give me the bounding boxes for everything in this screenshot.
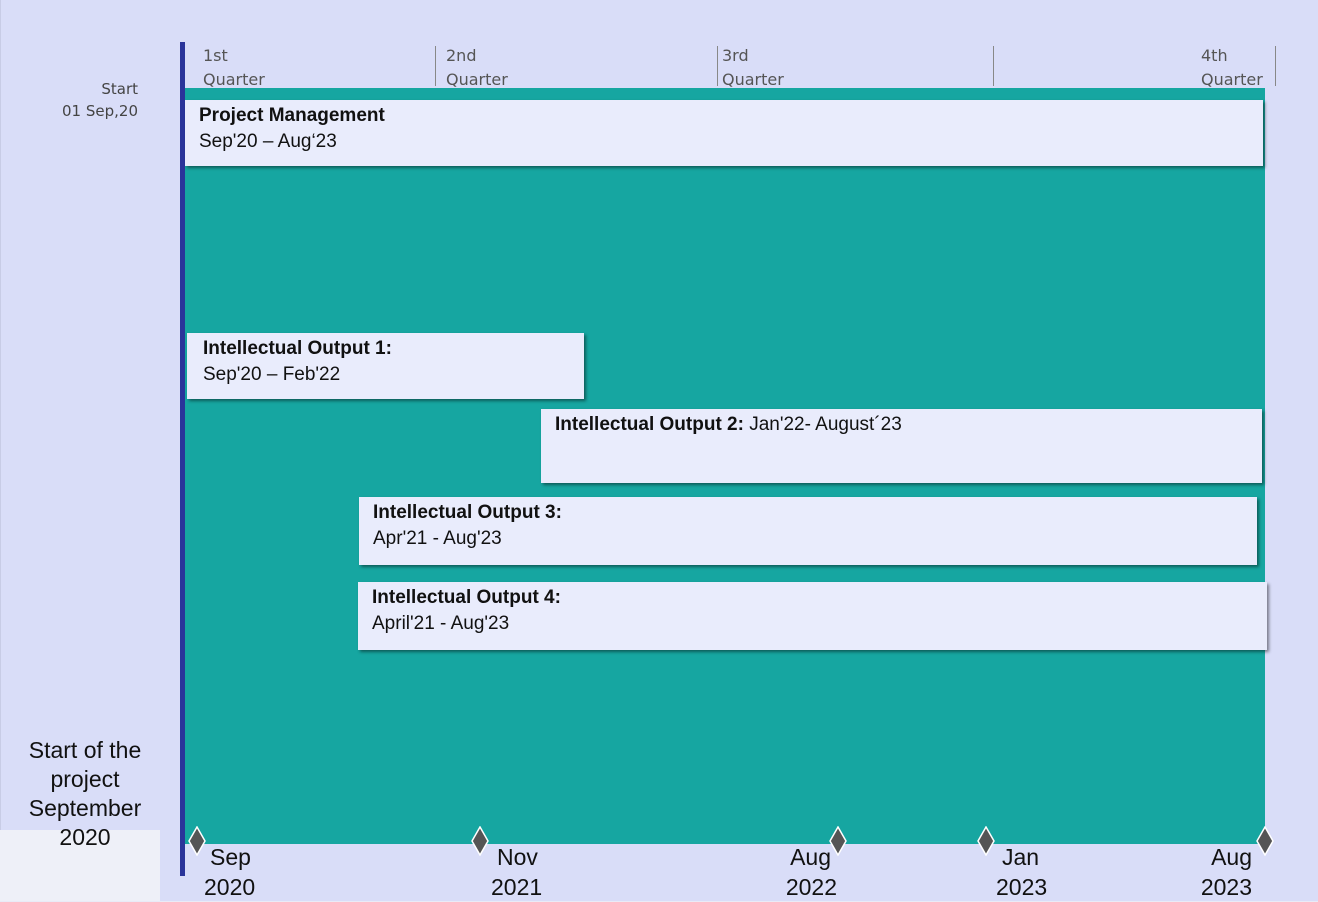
milestone-month: Nov <box>497 844 538 870</box>
quarter-1-line2: Quarter <box>203 70 265 89</box>
task-title: Intellectual Output 4: <box>372 587 561 608</box>
quarter-1-label: 1st Quarter <box>203 44 265 92</box>
milestone-label: Sep 2020 <box>204 842 255 902</box>
timeline-slide: Start 01 Sep,20 1st Quarter 2nd Quarter … <box>0 0 1318 901</box>
task-title: Intellectual Output 1: <box>203 338 392 359</box>
milestone-label: Aug 2023 <box>1200 842 1252 902</box>
task-title: Intellectual Output 3: <box>373 502 562 523</box>
milestone-year: 2023 <box>996 874 1048 900</box>
quarter-divider <box>717 46 718 86</box>
project-start-line4: 2020 <box>59 824 111 850</box>
task-title: Project Management <box>199 105 385 126</box>
task-intellectual-output-3: Intellectual Output 3: Apr'21 - Aug'23 <box>359 497 1257 565</box>
start-label-line1: Start <box>101 80 138 98</box>
milestone-label: Nov 2021 <box>491 842 542 902</box>
task-dates: Sep'20 – Aug‘23 <box>199 131 337 152</box>
quarter-2-line2: Quarter <box>446 70 508 89</box>
quarter-3-label: 3rd Quarter <box>722 44 784 92</box>
task-title: Intellectual Output 2: <box>555 414 744 435</box>
milestone-month: Jan <box>1002 844 1040 870</box>
task-dates: April'21 - Aug'23 <box>372 613 510 634</box>
task-project-management: Project Management Sep'20 – Aug‘23 <box>185 100 1263 166</box>
task-intellectual-output-4: Intellectual Output 4: April'21 - Aug'23 <box>358 582 1267 650</box>
quarter-4-line1: 4th <box>1201 46 1228 65</box>
project-start-line1: Start of the <box>28 737 142 763</box>
project-start-note: Start of the project September 2020 <box>12 736 158 852</box>
milestone-diamond-icon <box>977 826 995 856</box>
milestone-diamond-icon <box>471 826 489 856</box>
milestone-year: 2022 <box>785 874 837 900</box>
quarter-3-line2: Quarter <box>722 70 784 89</box>
task-dates: Jan'22- August´23 <box>743 414 902 435</box>
quarter-3-line1: 3rd <box>722 46 749 65</box>
task-dates: Apr'21 - Aug'23 <box>373 528 502 549</box>
quarter-2-line1: 2nd <box>446 46 477 65</box>
milestone-month: Sep <box>210 844 251 870</box>
milestone-label: Jan 2023 <box>996 842 1047 902</box>
project-start-line3: September <box>28 795 142 821</box>
quarter-4-label: 4th Quarter <box>1201 44 1263 92</box>
timeline-axis-bar <box>180 42 185 876</box>
milestone-month: Aug <box>790 844 831 870</box>
milestone-label: Aug 2022 <box>785 842 837 902</box>
quarter-2-label: 2nd Quarter <box>446 44 508 92</box>
quarter-divider <box>435 46 436 86</box>
milestone-diamond-icon <box>829 826 847 856</box>
start-label: Start 01 Sep,20 <box>40 78 138 122</box>
project-start-line2: project <box>50 766 120 792</box>
milestone-year: 2020 <box>204 874 256 900</box>
milestone-month: Aug <box>1211 844 1252 870</box>
quarter-divider <box>993 46 994 86</box>
milestone-diamond-icon <box>1256 826 1274 856</box>
quarter-4-line2: Quarter <box>1201 70 1263 89</box>
start-label-line2: 01 Sep,20 <box>62 102 138 120</box>
quarter-1-line1: 1st <box>203 46 228 65</box>
quarter-divider <box>1275 46 1276 86</box>
milestone-year: 2023 <box>1200 874 1252 900</box>
milestone-year: 2021 <box>491 874 543 900</box>
milestone-diamond-icon <box>188 826 206 856</box>
task-intellectual-output-1: Intellectual Output 1: Sep'20 – Feb'22 <box>187 333 584 399</box>
task-intellectual-output-2: Intellectual Output 2: Jan'22- August´23 <box>541 409 1262 483</box>
task-dates: Sep'20 – Feb'22 <box>203 364 341 385</box>
